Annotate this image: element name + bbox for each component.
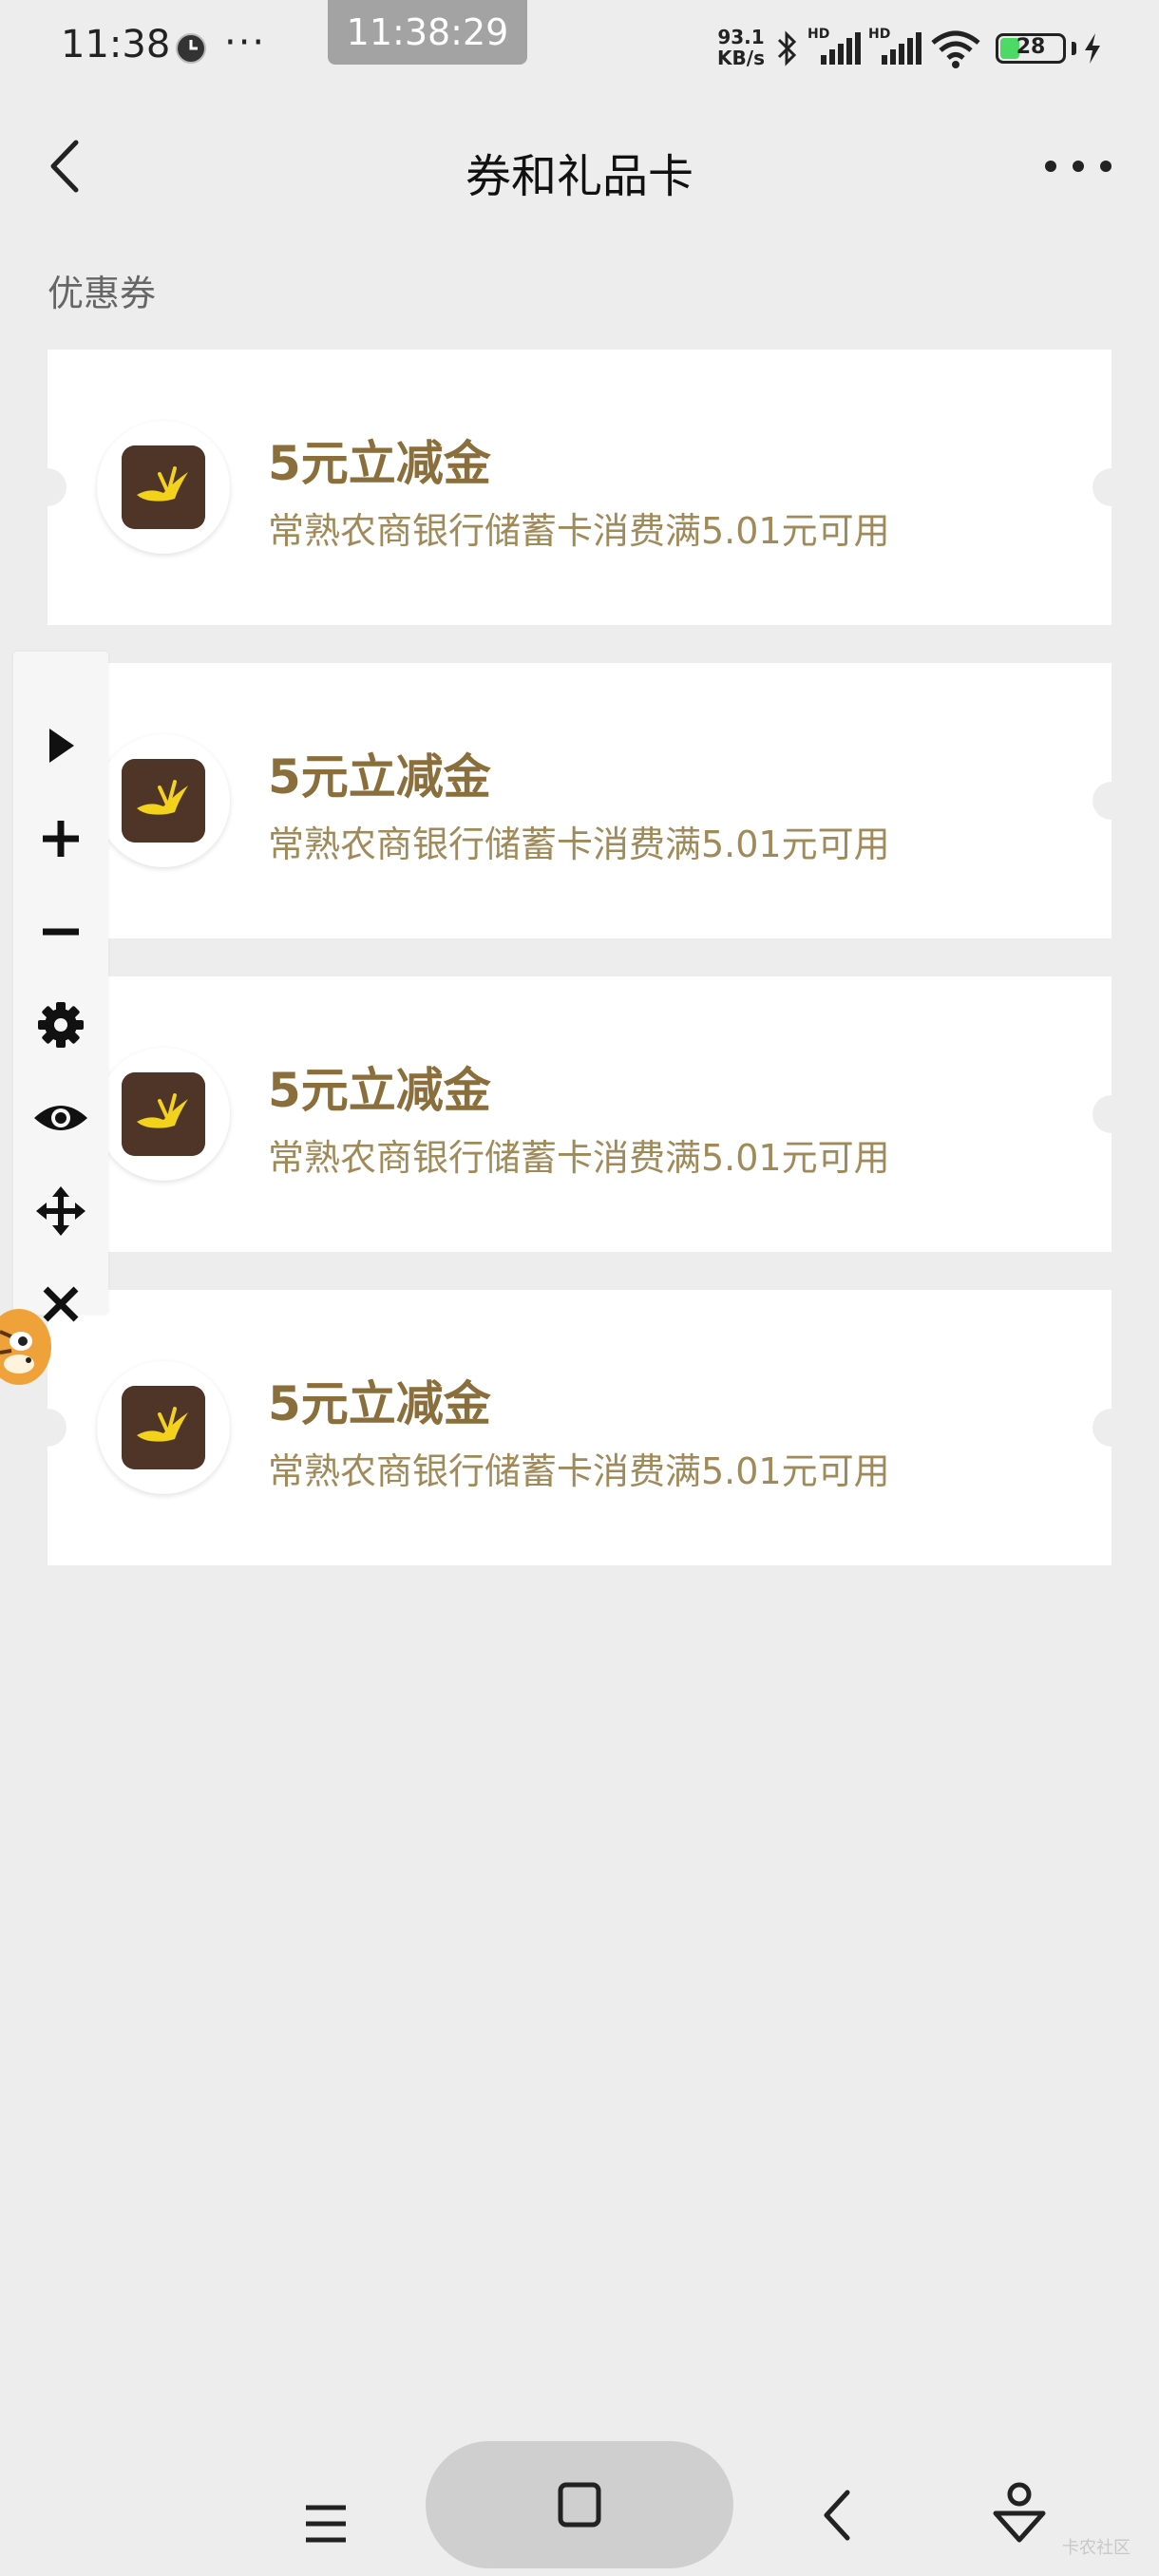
plus-icon [43,821,79,857]
status-bar: 11:38 ··· 11:38:29 93.1 KB/s HD HD 28 [0,0,1159,95]
wifi-icon [931,30,980,68]
bank-logo-icon [122,759,205,843]
coupon-card[interactable]: 5元立减金 常熟农商银行储蓄卡消费满5.01元可用 [28,663,1130,938]
coupon-title: 5元立减金 [268,1376,491,1431]
gear-icon [38,1002,84,1048]
navigation-bar [0,2432,1159,2576]
floating-mascot-icon[interactable] [0,1303,53,1389]
zoom-out-button[interactable] [13,889,108,975]
coupon-card[interactable]: 5元立减金 常熟农商银行储蓄卡消费满5.01元可用 [28,350,1130,625]
floating-toolbar [13,652,108,1322]
battery-icon: 28 [996,33,1066,64]
minus-icon [43,928,79,936]
play-icon [49,729,74,763]
section-label: 优惠券 [48,273,157,314]
watermark: 卡农社区 [1062,2538,1130,2558]
coupon-description: 常熟农商银行储蓄卡消费满5.01元可用 [268,510,890,552]
home-icon[interactable] [557,2479,602,2530]
battery-level: 28 [1016,35,1046,59]
eye-icon [34,1106,87,1130]
menu-icon[interactable] [302,2500,350,2548]
move-icon [36,1186,86,1236]
coupon-title: 5元立减金 [268,436,491,491]
view-button[interactable] [13,1075,108,1161]
bluetooth-icon [777,30,797,66]
back-nav-icon[interactable] [817,2487,859,2544]
coupon-description: 常熟农商银行储蓄卡消费满5.01元可用 [268,824,890,865]
signal-icon-2: HD [868,27,923,70]
network-speed-unit: KB/s [717,47,765,69]
coupon-description: 常熟农商银行储蓄卡消费满5.01元可用 [268,1137,890,1179]
network-speed: 93.1 KB/s [714,27,768,68]
charging-icon [1085,33,1100,64]
bank-logo-icon [122,1072,205,1156]
coupon-card[interactable]: 5元立减金 常熟农商银行储蓄卡消费满5.01元可用 [28,1290,1130,1565]
status-time: 11:38 [61,23,171,66]
move-button[interactable] [13,1168,108,1254]
coupon-description: 常熟农商银行储蓄卡消费满5.01元可用 [268,1450,890,1492]
coupon-card[interactable]: 5元立减金 常熟农商银行储蓄卡消费满5.01元可用 [28,976,1130,1252]
more-options-button[interactable] [1045,142,1112,190]
bank-logo-icon [122,1386,205,1469]
signal-icon-1: HD [808,27,863,70]
settings-button[interactable] [13,982,108,1068]
zoom-in-button[interactable] [13,796,108,881]
header: 券和礼品卡 [0,104,1159,228]
bank-logo-icon [122,445,205,529]
coupon-title: 5元立减金 [268,749,491,805]
clock-icon [176,33,206,64]
coupon-title: 5元立减金 [268,1063,491,1118]
page-title: 券和礼品卡 [465,150,694,203]
network-speed-value: 93.1 [717,26,765,48]
status-more-icon: ··· [224,21,267,65]
overlay-clock: 11:38:29 [328,0,527,65]
play-button[interactable] [13,703,108,788]
status-icons: HD HD 28 [773,25,1103,72]
assistant-icon[interactable] [990,2479,1049,2546]
